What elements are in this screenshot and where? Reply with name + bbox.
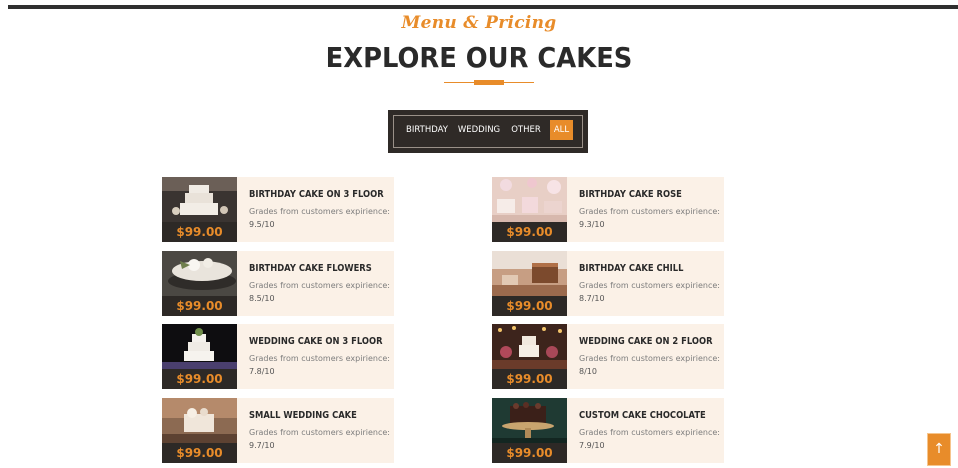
- grade-caption: Grades from customers expirience:: [249, 281, 390, 290]
- cake-photo-icon: [492, 398, 567, 443]
- cake-photo-icon: [162, 324, 237, 369]
- filter-wedding[interactable]: WEDDING: [457, 120, 501, 140]
- cake-title[interactable]: BIRTHDAY CAKE FLOWERS: [249, 263, 372, 274]
- price-label: $99.00: [162, 296, 237, 316]
- grade-caption: Grades from customers expirience:: [579, 354, 720, 363]
- cake-card-birthday-flowers[interactable]: $99.00 BIRTHDAY CAKE FLOWERS Grades from…: [162, 251, 394, 316]
- price-label: $99.00: [162, 222, 237, 242]
- arrow-up-icon: ↑: [933, 441, 945, 457]
- cake-title[interactable]: BIRTHDAY CAKE ROSE: [579, 189, 682, 200]
- filter-other[interactable]: OTHER: [509, 120, 543, 140]
- grade-caption: Grades from customers expirience:: [249, 354, 390, 363]
- cake-card-birthday-chill[interactable]: $99.00 BIRTHDAY CAKE CHILL Grades from c…: [492, 251, 724, 316]
- cake-photo-icon: [492, 177, 567, 222]
- cake-thumbnail: $99.00: [162, 251, 237, 316]
- cake-photo-icon: [162, 177, 237, 222]
- cake-title[interactable]: SMALL WEDDING CAKE: [249, 410, 357, 421]
- cake-thumbnail: $99.00: [492, 324, 567, 389]
- cake-title[interactable]: BIRTHDAY CAKE ON 3 FLOOR: [249, 189, 384, 200]
- cake-card-wedding-3-floor[interactable]: $99.00 WEDDING CAKE ON 3 FLOOR Grades fr…: [162, 324, 394, 389]
- title-divider-accent: [474, 80, 504, 85]
- grade-caption: Grades from customers expirience:: [249, 207, 390, 216]
- category-filter: BIRTHDAY WEDDING OTHER ALL: [388, 110, 588, 153]
- cake-thumbnail: $99.00: [492, 177, 567, 242]
- cake-card-birthday-3-floor[interactable]: $99.00 BIRTHDAY CAKE ON 3 FLOOR Grades f…: [162, 177, 394, 242]
- grade-value: 9.5/10: [249, 220, 275, 229]
- cake-photo-icon: [162, 398, 237, 443]
- grade-value: 7.9/10: [579, 441, 605, 450]
- cake-thumbnail: $99.00: [492, 398, 567, 463]
- price-label: $99.00: [492, 296, 567, 316]
- cake-photo-icon: [492, 251, 567, 296]
- cake-card-birthday-rose[interactable]: $99.00 BIRTHDAY CAKE ROSE Grades from cu…: [492, 177, 724, 242]
- cake-card-small-wedding[interactable]: $99.00 SMALL WEDDING CAKE Grades from cu…: [162, 398, 394, 463]
- filter-all[interactable]: ALL: [550, 120, 573, 140]
- grade-value: 8.7/10: [579, 294, 605, 303]
- cake-thumbnail: $99.00: [162, 398, 237, 463]
- grade-caption: Grades from customers expirience:: [579, 281, 720, 290]
- section-subtitle: Menu & Pricing: [401, 13, 557, 33]
- price-label: $99.00: [162, 443, 237, 463]
- grade-value: 8/10: [579, 367, 597, 376]
- filter-birthday[interactable]: BIRTHDAY: [404, 120, 450, 140]
- cake-title[interactable]: WEDDING CAKE ON 3 FLOOR: [249, 336, 383, 347]
- price-label: $99.00: [492, 369, 567, 389]
- grade-caption: Grades from customers expirience:: [579, 428, 720, 437]
- grade-caption: Grades from customers expirience:: [579, 207, 720, 216]
- scroll-to-top-button[interactable]: ↑: [927, 433, 951, 466]
- grade-value: 9.3/10: [579, 220, 605, 229]
- cake-title[interactable]: CUSTOM CAKE CHOCOLATE: [579, 410, 706, 421]
- grade-value: 9.7/10: [249, 441, 275, 450]
- cake-thumbnail: $99.00: [162, 324, 237, 389]
- cake-photo-icon: [162, 251, 237, 296]
- price-label: $99.00: [492, 222, 567, 242]
- grade-value: 8.5/10: [249, 294, 275, 303]
- section-header: Menu & Pricing EXPLORE OUR CAKES: [0, 12, 958, 75]
- cake-photo-icon: [492, 324, 567, 369]
- grade-value: 7.8/10: [249, 367, 275, 376]
- cake-thumbnail: $99.00: [162, 177, 237, 242]
- price-label: $99.00: [162, 369, 237, 389]
- cake-title[interactable]: BIRTHDAY CAKE CHILL: [579, 263, 683, 274]
- cake-card-custom-chocolate[interactable]: $99.00 CUSTOM CAKE CHOCOLATE Grades from…: [492, 398, 724, 463]
- price-label: $99.00: [492, 443, 567, 463]
- cake-title[interactable]: WEDDING CAKE ON 2 FLOOR: [579, 336, 713, 347]
- grade-caption: Grades from customers expirience:: [249, 428, 390, 437]
- top-border: [8, 5, 958, 9]
- page-title: EXPLORE OUR CAKES: [325, 41, 633, 74]
- cake-card-wedding-2-floor[interactable]: $99.00 WEDDING CAKE ON 2 FLOOR Grades fr…: [492, 324, 724, 389]
- cake-thumbnail: $99.00: [492, 251, 567, 316]
